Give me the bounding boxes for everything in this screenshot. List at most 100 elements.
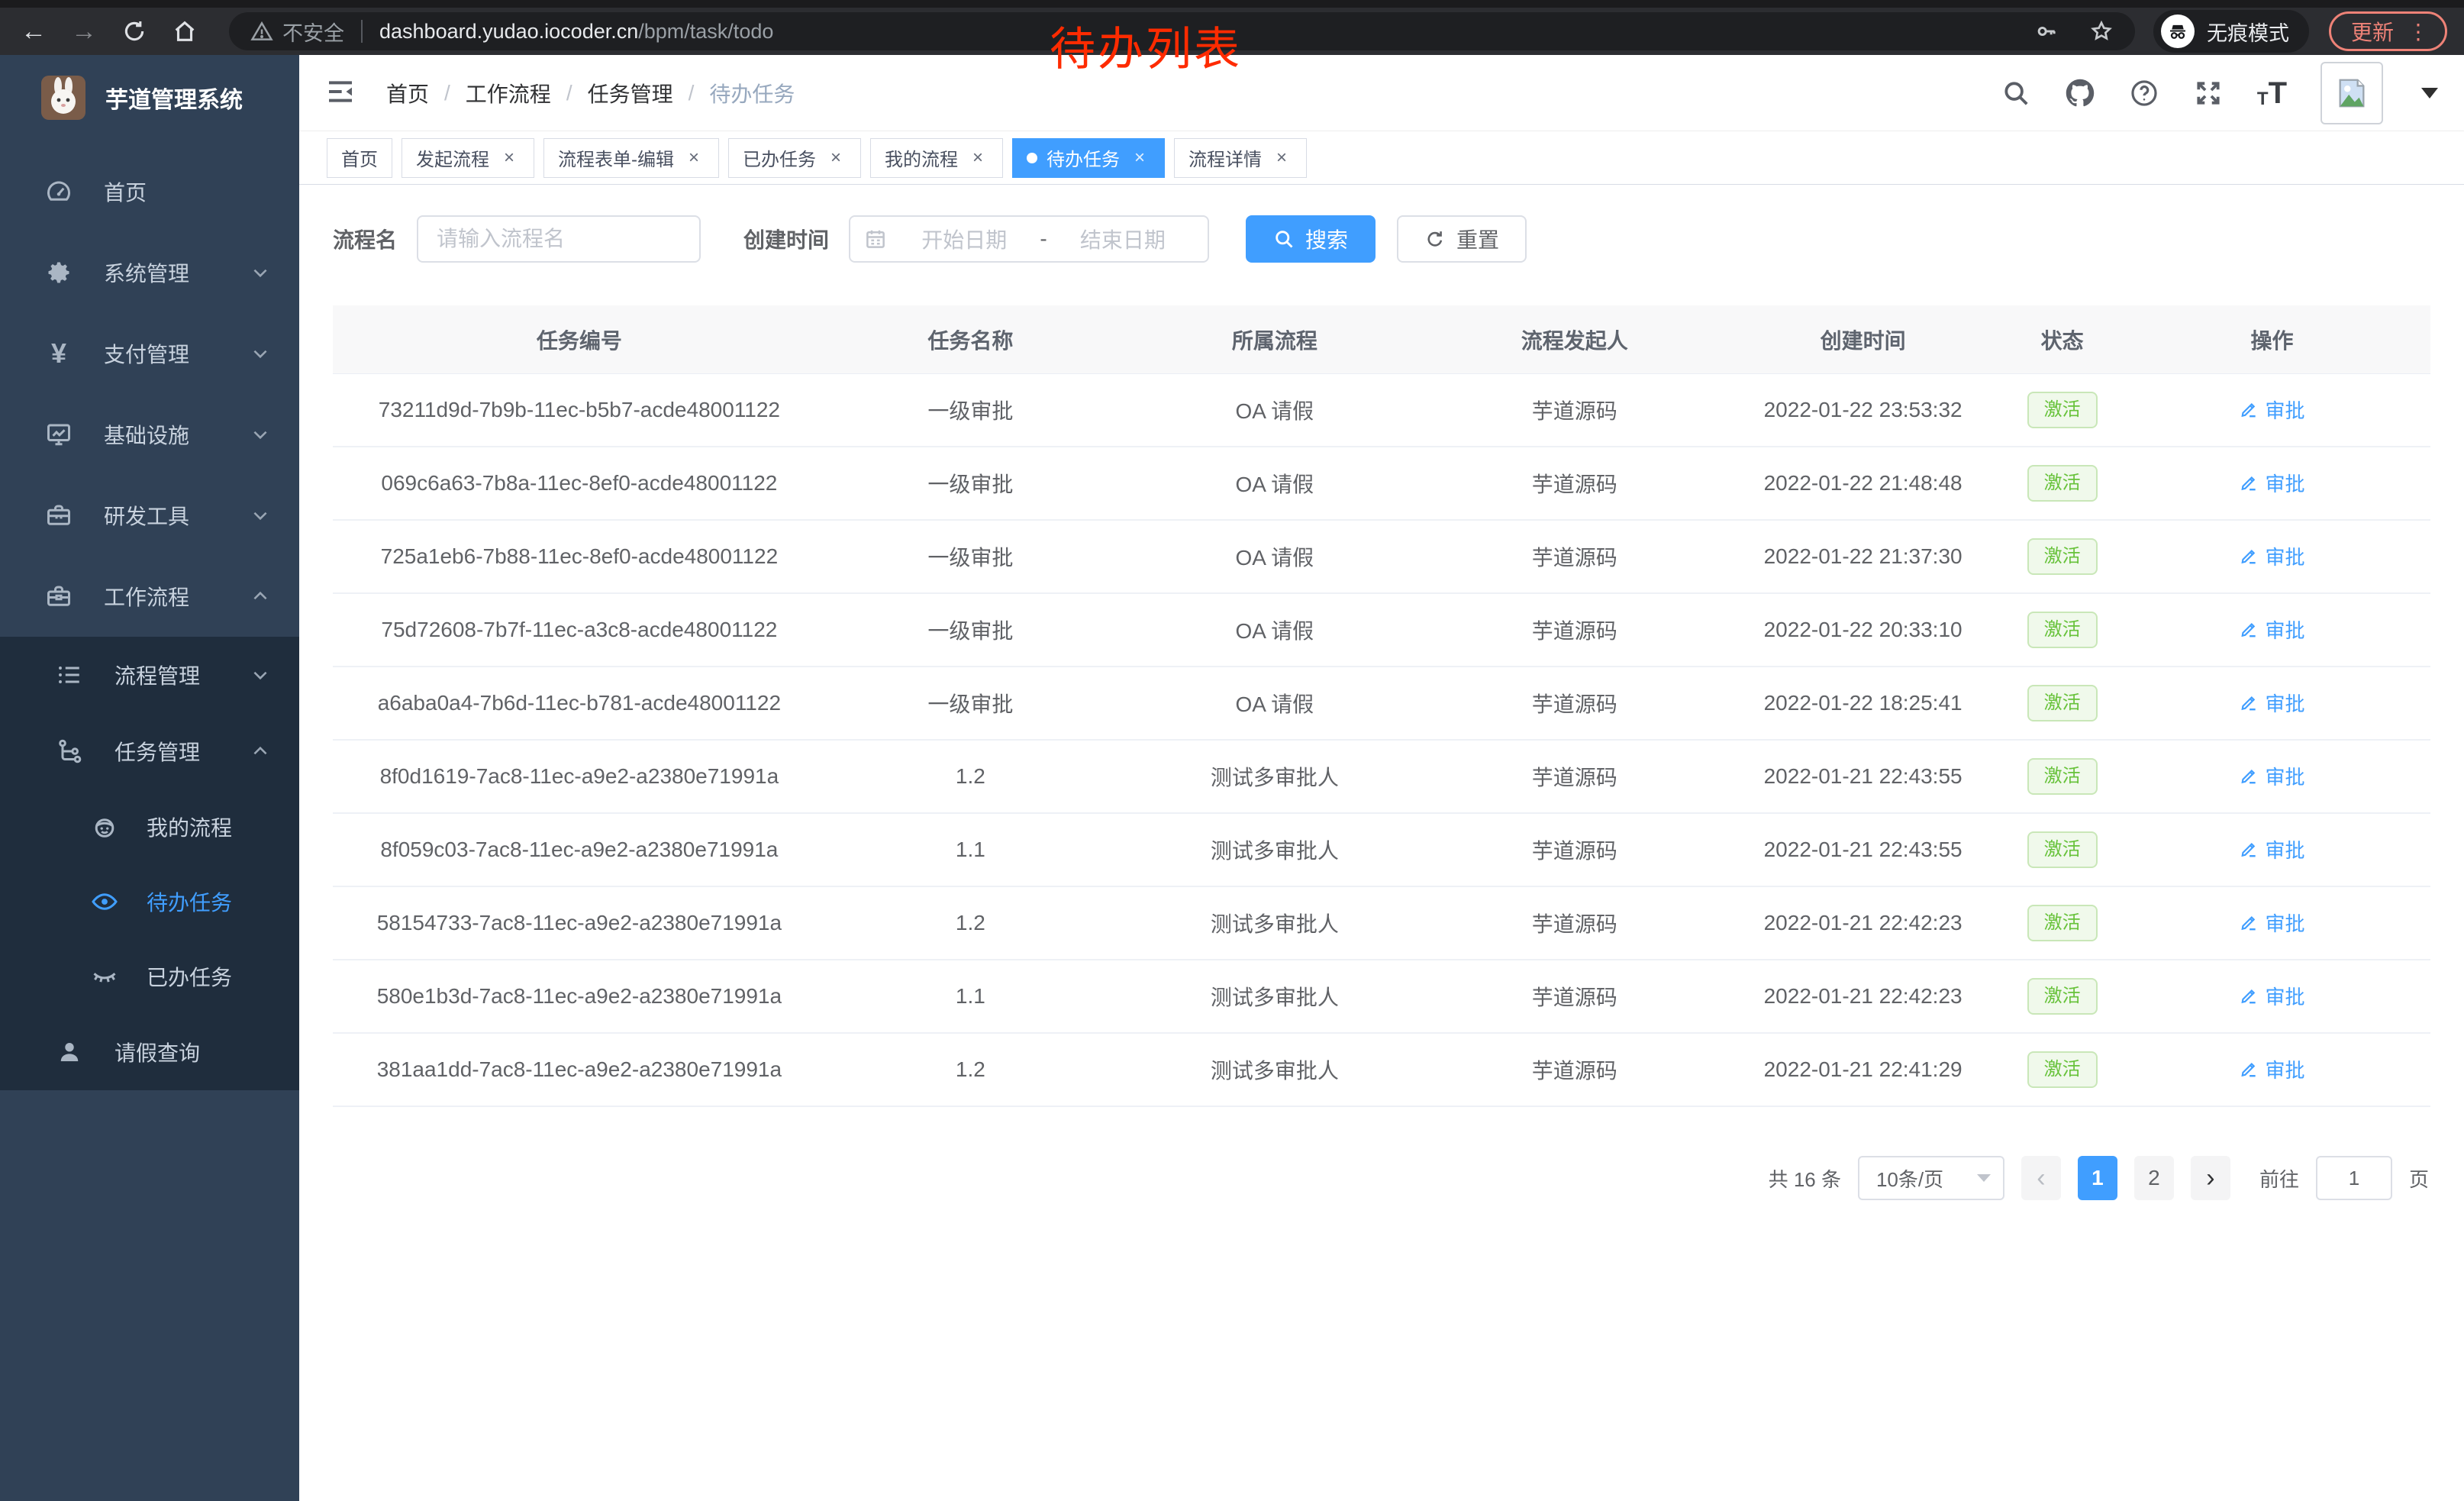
bookmark-star-icon[interactable] <box>2089 19 2114 44</box>
github-icon[interactable] <box>2065 78 2095 108</box>
edit-pen-icon <box>2239 692 2265 712</box>
approve-link[interactable]: 审批 <box>2239 1055 2304 1083</box>
approve-link[interactable]: 审批 <box>2239 762 2304 790</box>
reload-icon[interactable] <box>118 15 151 48</box>
sidebar-item-待办任务[interactable]: 待办任务 <box>0 864 299 939</box>
avatar[interactable] <box>2320 62 2383 124</box>
eye-icon <box>90 887 119 916</box>
next-page-button[interactable]: › <box>2191 1156 2230 1200</box>
yen-icon: ¥ <box>44 339 73 368</box>
approve-link[interactable]: 审批 <box>2239 395 2304 424</box>
approve-link[interactable]: 审批 <box>2239 469 2304 497</box>
sidebar-item-基础设施[interactable]: 基础设施 <box>0 394 299 475</box>
page-button-1[interactable]: 1 <box>2078 1156 2117 1200</box>
tab-close-icon[interactable]: × <box>498 147 520 169</box>
edit-pen-icon <box>2239 473 2265 492</box>
date-range-picker[interactable]: 开始日期 - 结束日期 <box>849 215 1209 263</box>
browser-menu-icon[interactable]: ⋮ <box>2408 19 2430 44</box>
tab-label: 流程表单-编辑 <box>558 144 674 171</box>
tab-close-icon[interactable]: × <box>1271 147 1292 169</box>
process-name-input[interactable] <box>417 215 701 263</box>
tab-首页[interactable]: 首页 <box>327 138 392 178</box>
action-cell: 审批 <box>2114 615 2430 645</box>
approve-link[interactable]: 审批 <box>2239 835 2304 863</box>
back-icon[interactable]: ← <box>17 15 50 48</box>
status-cell: 激活 <box>2011 1051 2114 1089</box>
table-row: 580e1b3d-7ac8-11ec-a9e2-a2380e71991a1.1测… <box>333 960 2430 1034</box>
browser-update-button[interactable]: 更新 ⋮ <box>2329 11 2447 51</box>
tab-流程表单-编辑[interactable]: 流程表单-编辑 × <box>543 138 719 178</box>
page-size-select[interactable]: 10条/页 <box>1858 1156 2004 1200</box>
tab-流程详情[interactable]: 流程详情× <box>1174 138 1307 178</box>
tab-close-icon[interactable]: × <box>683 147 705 169</box>
create-time-cell: 2022-01-22 18:25:41 <box>1715 691 2011 715</box>
sidebar-item-任务管理[interactable]: 任务管理 <box>0 713 299 789</box>
url-bar[interactable]: 不安全 dashboard.yudao.iocoder.cn /bpm/task… <box>229 12 2135 50</box>
tab-发起流程[interactable]: 发起流程× <box>402 138 534 178</box>
user-menu-caret-icon[interactable] <box>2421 88 2438 98</box>
sidebar-item-研发工具[interactable]: 研发工具 <box>0 475 299 556</box>
tab-待办任务[interactable]: 待办任务× <box>1012 138 1165 178</box>
chevron-down-icon <box>250 344 270 363</box>
sidebar-item-label: 我的流程 <box>147 812 232 842</box>
active-tab-dot-icon <box>1027 153 1037 163</box>
search-button[interactable]: 搜索 <box>1246 215 1376 263</box>
prev-page-button[interactable]: ‹ <box>2021 1156 2061 1200</box>
approve-link[interactable]: 审批 <box>2239 909 2304 937</box>
starter-cell: 芋道源码 <box>1434 615 1715 645</box>
action-cell: 审批 <box>2114 982 2430 1012</box>
edit-pen-icon <box>2239 399 2265 419</box>
table-row: 75d72608-7b7f-11ec-a3c8-acde48001122一级审批… <box>333 594 2430 667</box>
sidebar-item-首页[interactable]: 首页 <box>0 151 299 232</box>
forward-icon[interactable]: → <box>67 15 101 48</box>
sidebar-item-流程管理[interactable]: 流程管理 <box>0 637 299 713</box>
sidebar-item-工作流程[interactable]: 工作流程 <box>0 556 299 637</box>
sidebar-item-支付管理[interactable]: ¥支付管理 <box>0 313 299 394</box>
tab-close-icon[interactable]: × <box>1129 147 1150 169</box>
search-icon[interactable] <box>2001 78 2031 108</box>
edit-pen-icon <box>2239 619 2265 639</box>
approve-link[interactable]: 审批 <box>2239 615 2304 644</box>
broken-image-icon <box>2334 76 2369 111</box>
tab-已办任务[interactable]: 已办任务× <box>728 138 861 178</box>
table-header: 任务编号任务名称所属流程流程发起人创建时间状态操作 <box>333 305 2430 374</box>
security-label: 不安全 <box>282 17 344 47</box>
reset-button[interactable]: 重置 <box>1397 215 1527 263</box>
goto-page-input[interactable] <box>2316 1156 2392 1200</box>
tab-我的流程[interactable]: 我的流程× <box>870 138 1003 178</box>
breadcrumb-task-mgmt[interactable]: 任务管理 <box>588 78 673 108</box>
edit-pen-icon <box>2239 912 2265 932</box>
breadcrumb-home[interactable]: 首页 <box>386 78 429 108</box>
tab-close-icon[interactable]: × <box>825 147 847 169</box>
sidebar-item-label: 任务管理 <box>114 736 200 767</box>
briefcase-icon <box>44 582 73 611</box>
font-size-icon[interactable]: TT <box>2257 78 2287 108</box>
app-logo[interactable]: 芋道管理系统 <box>0 55 299 140</box>
status-badge: 激活 <box>2027 905 2098 942</box>
help-icon[interactable] <box>2129 78 2159 108</box>
sidebar-item-我的流程[interactable]: 我的流程 <box>0 789 299 864</box>
eye-closed-icon <box>90 962 119 991</box>
home-icon[interactable] <box>168 15 202 48</box>
key-icon[interactable] <box>2034 19 2059 44</box>
approve-link[interactable]: 审批 <box>2239 689 2304 717</box>
robot-icon <box>90 812 119 841</box>
gear-icon <box>44 258 73 287</box>
task-name-cell: 1.2 <box>826 764 1115 789</box>
logo-image <box>41 76 85 120</box>
page-suffix: 页 <box>2409 1164 2429 1193</box>
approve-link[interactable]: 审批 <box>2239 542 2304 570</box>
task-id-cell: 58154733-7ac8-11ec-a9e2-a2380e71991a <box>333 911 826 935</box>
page-button-2[interactable]: 2 <box>2134 1156 2174 1200</box>
approve-link[interactable]: 审批 <box>2239 982 2304 1010</box>
create-time-cell: 2022-01-21 22:43:55 <box>1715 764 2011 789</box>
collapse-sidebar-icon[interactable] <box>325 76 359 110</box>
breadcrumb-workflow[interactable]: 工作流程 <box>466 78 551 108</box>
sidebar-item-请假查询[interactable]: 请假查询 <box>0 1014 299 1090</box>
tab-close-icon[interactable]: × <box>967 147 989 169</box>
fullscreen-icon[interactable] <box>2193 78 2224 108</box>
sidebar-item-已办任务[interactable]: 已办任务 <box>0 939 299 1014</box>
sidebar-item-系统管理[interactable]: 系统管理 <box>0 232 299 313</box>
approve-link-label: 审批 <box>2265 615 2304 644</box>
create-time-cell: 2022-01-22 21:37:30 <box>1715 544 2011 569</box>
